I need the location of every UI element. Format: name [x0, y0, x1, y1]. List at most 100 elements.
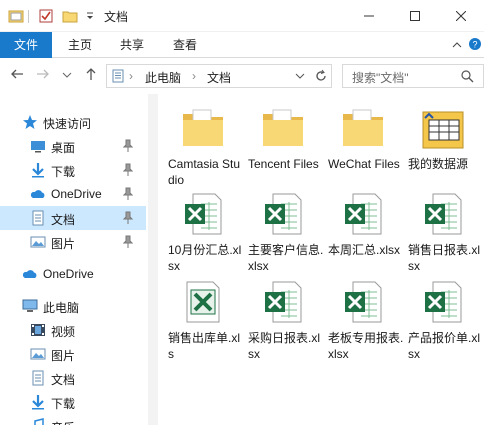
search-placeholder: 搜索"文档" — [352, 71, 409, 85]
expand-ribbon-icon[interactable] — [452, 41, 462, 49]
file-name: 采购日报表.xlsx — [248, 331, 321, 361]
nav-item-pictures-pc[interactable]: 图片 — [0, 342, 146, 366]
excel-legacy-file-icon — [186, 281, 220, 323]
file-item-folder[interactable]: WeChat Files — [326, 104, 404, 172]
nav-label: 图片 — [51, 237, 76, 251]
star-icon — [23, 115, 37, 129]
window-title: 文档 — [104, 10, 129, 24]
nav-label: 文档 — [51, 213, 76, 227]
file-item-folder[interactable]: Camtasia Studio — [166, 104, 244, 188]
file-item-folder[interactable]: Tencent Files — [246, 104, 324, 172]
file-item-excel[interactable]: 产品报价单.xlsx — [406, 278, 484, 362]
address-dropdown-icon[interactable] — [295, 73, 305, 80]
title-bar: 文档 — [0, 0, 484, 32]
nav-item-onedrive[interactable]: OneDrive — [0, 182, 146, 206]
pictures-folder-icon — [30, 348, 46, 360]
nav-label: 音乐 — [51, 419, 75, 425]
file-item-excel[interactable]: 老板专用报表.xlsx — [326, 278, 404, 362]
refresh-icon[interactable] — [314, 69, 328, 83]
tab-share[interactable]: 共享 — [112, 32, 152, 58]
search-icon[interactable] — [461, 70, 474, 83]
file-item-excel[interactable]: 采购日报表.xlsx — [246, 278, 324, 362]
file-name: 我的数据源 — [408, 157, 469, 171]
tab-view[interactable]: 查看 — [165, 32, 205, 58]
folder-icon — [263, 109, 303, 146]
file-item-data-source[interactable]: 我的数据源 — [406, 104, 484, 172]
help-icon[interactable]: ? — [468, 37, 482, 51]
nav-label: 快速访问 — [43, 117, 92, 131]
pictures-folder-icon — [30, 236, 46, 248]
documents-location-icon — [112, 69, 124, 83]
file-item-excel[interactable]: 主要客户信息.xlsx — [246, 190, 324, 274]
onedrive-cloud-icon — [30, 190, 45, 198]
pin-icon[interactable] — [122, 139, 134, 153]
search-box[interactable]: 搜索"文档" — [342, 64, 484, 88]
maximize-button[interactable] — [392, 0, 438, 32]
tab-file[interactable]: 文件 — [0, 32, 52, 58]
folder-icon — [343, 109, 383, 146]
nav-label: 图片 — [51, 349, 76, 363]
new-folder-icon[interactable] — [62, 8, 78, 24]
pin-icon[interactable] — [122, 211, 134, 225]
file-item-excel-legacy[interactable]: 销售出库单.xls — [166, 278, 244, 362]
file-item-excel[interactable]: 销售日报表.xlsx — [406, 190, 484, 274]
breadcrumb-separator: › — [129, 69, 133, 83]
minimize-icon — [364, 15, 374, 17]
file-name: Tencent Files — [248, 157, 319, 171]
file-name: 产品报价单.xlsx — [408, 331, 481, 361]
svg-text:?: ? — [472, 40, 477, 50]
file-item-excel[interactable]: 本周汇总.xlsx — [326, 190, 404, 258]
nav-label: OneDrive — [51, 187, 102, 201]
address-bar[interactable]: › 此电脑 › 文档 — [106, 64, 332, 88]
file-name: 销售出库单.xls — [168, 331, 241, 361]
download-folder-icon — [32, 395, 44, 410]
nav-item-documents[interactable]: 文档 — [0, 206, 146, 230]
nav-item-documents-pc[interactable]: 文档 — [0, 366, 146, 390]
nav-item-pictures[interactable]: 图片 — [0, 230, 146, 254]
nav-this-pc[interactable]: 此电脑 — [0, 294, 146, 318]
maximize-icon — [410, 11, 420, 21]
file-list: Camtasia Studio Tencent Files WeChat Fil… — [158, 94, 484, 425]
nav-onedrive[interactable]: OneDrive — [0, 262, 146, 286]
title-separator — [28, 10, 29, 23]
nav-item-downloads[interactable]: 下载 — [0, 158, 146, 182]
desktop-folder-icon — [31, 141, 45, 153]
pin-icon[interactable] — [122, 235, 134, 249]
excel-file-icon — [265, 281, 302, 323]
breadcrumb-separator: › — [192, 69, 196, 83]
close-button[interactable] — [438, 0, 484, 32]
recent-locations-icon[interactable] — [62, 71, 72, 79]
videos-folder-icon — [31, 324, 45, 336]
nav-item-videos[interactable]: 视频 — [0, 318, 146, 342]
file-name: 本周汇总.xlsx — [328, 243, 401, 257]
excel-file-icon — [265, 193, 302, 235]
minimize-button[interactable] — [346, 0, 392, 32]
file-name: 老板专用报表.xlsx — [328, 331, 404, 361]
nav-label: 此电脑 — [43, 301, 80, 315]
pin-icon[interactable] — [122, 187, 134, 201]
excel-file-icon — [425, 281, 462, 323]
properties-icon[interactable] — [38, 8, 54, 24]
forward-arrow-icon[interactable] — [36, 67, 50, 81]
back-arrow-icon[interactable] — [10, 67, 24, 81]
quick-access-dropdown-icon[interactable] — [82, 8, 98, 24]
nav-quick-access[interactable]: 快速访问 — [0, 110, 146, 134]
excel-file-icon — [185, 193, 222, 235]
pin-icon[interactable] — [122, 163, 134, 177]
file-item-excel[interactable]: 10月份汇总.xlsx — [166, 190, 244, 274]
breadcrumb-this-pc[interactable]: 此电脑 — [145, 69, 181, 86]
ribbon-tabs: 文件 主页 共享 查看 ? — [0, 32, 484, 58]
folder-icon — [183, 109, 223, 146]
nav-item-downloads-pc[interactable]: 下载 — [0, 390, 146, 414]
nav-label: 视频 — [51, 325, 76, 339]
nav-item-music[interactable]: 音乐 — [0, 414, 146, 425]
file-name: 10月份汇总.xlsx — [168, 243, 242, 273]
tab-home[interactable]: 主页 — [60, 32, 100, 58]
breadcrumb-documents[interactable]: 文档 — [207, 69, 231, 86]
up-arrow-icon[interactable] — [84, 67, 98, 81]
excel-file-icon — [345, 193, 382, 235]
nav-item-desktop[interactable]: 桌面 — [0, 134, 146, 158]
navigation-scrollbar[interactable] — [148, 94, 158, 425]
folder-app-icon[interactable] — [8, 8, 24, 24]
excel-file-icon — [345, 281, 382, 323]
